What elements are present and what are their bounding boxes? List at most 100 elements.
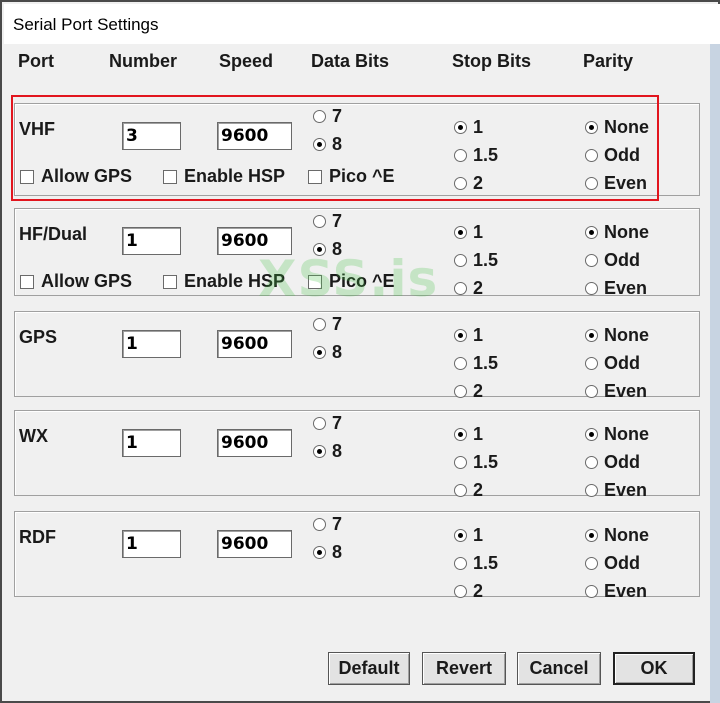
- radio-button-icon[interactable]: [585, 357, 598, 370]
- parity-odd-radio[interactable]: Odd: [585, 353, 640, 374]
- radio-button-icon[interactable]: [313, 243, 326, 256]
- radio-button-icon[interactable]: [454, 177, 467, 190]
- port-number-field[interactable]: 3: [122, 122, 181, 150]
- parity-odd-radio[interactable]: Odd: [585, 250, 640, 271]
- enable-hsp-checkbox[interactable]: Enable HSP: [163, 271, 285, 292]
- data-bits-8-radio[interactable]: 8: [313, 239, 342, 260]
- radio-button-icon[interactable]: [454, 484, 467, 497]
- parity-even-radio[interactable]: Even: [585, 581, 647, 602]
- pico-e-checkbox[interactable]: Pico ^E: [308, 166, 395, 187]
- radio-button-icon[interactable]: [454, 149, 467, 162]
- parity-none-radio[interactable]: None: [585, 525, 649, 546]
- parity-none-radio[interactable]: None: [585, 222, 649, 243]
- radio-button-icon[interactable]: [454, 226, 467, 239]
- port-speed-field[interactable]: 9600: [217, 429, 292, 457]
- parity-none-radio[interactable]: None: [585, 325, 649, 346]
- checkbox-icon[interactable]: [20, 274, 34, 289]
- radio-button-icon[interactable]: [585, 557, 598, 570]
- parity-even-radio[interactable]: Even: [585, 173, 647, 194]
- radio-button-icon[interactable]: [585, 385, 598, 398]
- stop-bits-1-5-radio[interactable]: 1.5: [454, 145, 498, 166]
- revert-button[interactable]: Revert: [422, 652, 506, 685]
- checkbox-icon[interactable]: [163, 274, 177, 289]
- parity-even-radio[interactable]: Even: [585, 480, 647, 501]
- radio-button-icon[interactable]: [585, 529, 598, 542]
- radio-button-icon[interactable]: [585, 585, 598, 598]
- radio-button-icon[interactable]: [585, 484, 598, 497]
- radio-button-icon[interactable]: [454, 456, 467, 469]
- parity-odd-radio[interactable]: Odd: [585, 553, 640, 574]
- radio-button-icon[interactable]: [313, 546, 326, 559]
- radio-button-icon[interactable]: [585, 121, 598, 134]
- parity-odd-radio[interactable]: Odd: [585, 145, 640, 166]
- radio-button-icon[interactable]: [585, 282, 598, 295]
- parity-odd-radio[interactable]: Odd: [585, 452, 640, 473]
- port-speed-field[interactable]: 9600: [217, 227, 292, 255]
- port-speed-field[interactable]: 9600: [217, 530, 292, 558]
- radio-button-icon[interactable]: [585, 177, 598, 190]
- radio-button-icon[interactable]: [454, 428, 467, 441]
- radio-button-icon[interactable]: [585, 149, 598, 162]
- stop-bits-1-radio[interactable]: 1: [454, 222, 483, 243]
- default-button[interactable]: Default: [328, 652, 410, 685]
- stop-bits-2-radio[interactable]: 2: [454, 480, 483, 501]
- radio-button-icon[interactable]: [454, 329, 467, 342]
- ok-button[interactable]: OK: [613, 652, 695, 685]
- stop-bits-2-radio[interactable]: 2: [454, 381, 483, 402]
- radio-button-icon[interactable]: [454, 385, 467, 398]
- stop-bits-2-radio[interactable]: 2: [454, 581, 483, 602]
- port-speed-field[interactable]: 9600: [217, 122, 292, 150]
- data-bits-8-radio[interactable]: 8: [313, 542, 342, 563]
- checkbox-icon[interactable]: [308, 169, 322, 184]
- radio-button-icon[interactable]: [313, 138, 326, 151]
- radio-button-icon[interactable]: [454, 529, 467, 542]
- checkbox-icon[interactable]: [308, 274, 322, 289]
- radio-button-icon[interactable]: [454, 557, 467, 570]
- radio-button-icon[interactable]: [313, 346, 326, 359]
- stop-bits-1-5-radio[interactable]: 1.5: [454, 452, 498, 473]
- enable-hsp-checkbox[interactable]: Enable HSP: [163, 166, 285, 187]
- port-number-field[interactable]: 1: [122, 530, 181, 558]
- radio-button-icon[interactable]: [585, 329, 598, 342]
- radio-button-icon[interactable]: [585, 456, 598, 469]
- radio-button-icon[interactable]: [585, 226, 598, 239]
- pico-e-checkbox[interactable]: Pico ^E: [308, 271, 395, 292]
- allow-gps-checkbox[interactable]: Allow GPS: [20, 166, 132, 187]
- stop-bits-1-radio[interactable]: 1: [454, 325, 483, 346]
- stop-bits-1-5-radio[interactable]: 1.5: [454, 250, 498, 271]
- data-bits-8-radio[interactable]: 8: [313, 441, 342, 462]
- stop-bits-1-5-radio[interactable]: 1.5: [454, 353, 498, 374]
- radio-button-icon[interactable]: [585, 428, 598, 441]
- checkbox-icon[interactable]: [163, 169, 177, 184]
- port-number-field[interactable]: 1: [122, 429, 181, 457]
- parity-none-radio[interactable]: None: [585, 117, 649, 138]
- radio-button-icon[interactable]: [313, 518, 326, 531]
- stop-bits-2-radio[interactable]: 2: [454, 173, 483, 194]
- radio-button-icon[interactable]: [454, 282, 467, 295]
- checkbox-icon[interactable]: [20, 169, 34, 184]
- stop-bits-1-5-radio[interactable]: 1.5: [454, 553, 498, 574]
- parity-none-radio[interactable]: None: [585, 424, 649, 445]
- radio-button-icon[interactable]: [585, 254, 598, 267]
- data-bits-8-radio[interactable]: 8: [313, 342, 342, 363]
- parity-even-radio[interactable]: Even: [585, 278, 647, 299]
- data-bits-8-radio[interactable]: 8: [313, 134, 342, 155]
- stop-bits-2-radio[interactable]: 2: [454, 278, 483, 299]
- parity-even-radio[interactable]: Even: [585, 381, 647, 402]
- radio-button-icon[interactable]: [454, 254, 467, 267]
- radio-button-icon[interactable]: [454, 357, 467, 370]
- allow-gps-checkbox[interactable]: Allow GPS: [20, 271, 132, 292]
- stop-bits-1-radio[interactable]: 1: [454, 117, 483, 138]
- port-number-field[interactable]: 1: [122, 227, 181, 255]
- data-bits-7-radio[interactable]: 7: [313, 514, 342, 535]
- radio-button-icon[interactable]: [313, 215, 326, 228]
- stop-bits-1-radio[interactable]: 1: [454, 525, 483, 546]
- port-number-field[interactable]: 1: [122, 330, 181, 358]
- data-bits-7-radio[interactable]: 7: [313, 106, 342, 127]
- radio-button-icon[interactable]: [454, 585, 467, 598]
- radio-button-icon[interactable]: [454, 121, 467, 134]
- radio-button-icon[interactable]: [313, 318, 326, 331]
- cancel-button[interactable]: Cancel: [517, 652, 601, 685]
- data-bits-7-radio[interactable]: 7: [313, 314, 342, 335]
- radio-button-icon[interactable]: [313, 417, 326, 430]
